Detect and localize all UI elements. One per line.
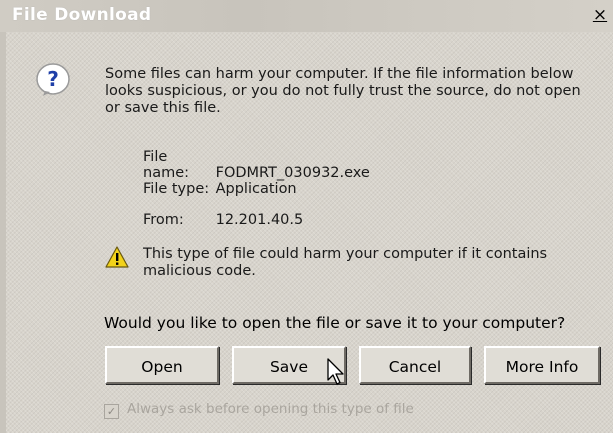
warning-message: This type of file could harm your comput… <box>143 246 548 279</box>
svg-text:?: ? <box>47 67 59 91</box>
warning-icon <box>105 246 129 268</box>
from-label: From: <box>143 212 184 228</box>
file-source-row: From: 12.201.40.5 <box>143 212 303 228</box>
open-button[interactable]: Open <box>105 346 219 384</box>
file-name-row: File name: FODMRT_030932.exe <box>143 149 370 181</box>
file-name-value: FODMRT_030932.exe <box>215 165 370 181</box>
from-value: 12.201.40.5 <box>215 212 304 228</box>
title-bar[interactable]: File Download × <box>0 0 613 32</box>
file-name-label: File name: <box>143 149 190 181</box>
cancel-button[interactable]: Cancel <box>359 346 471 384</box>
mouse-cursor-icon <box>327 358 344 385</box>
dialog-title: File Download <box>12 5 152 25</box>
dialog-left-border <box>0 32 6 433</box>
always-ask-checkbox[interactable]: ✓ <box>104 404 119 419</box>
action-prompt: Would you like to open the file or save … <box>104 314 566 332</box>
more-info-button[interactable]: More Info <box>484 346 600 384</box>
always-ask-option[interactable]: ✓ Always ask before opening this type of … <box>104 401 414 419</box>
close-icon[interactable]: × <box>591 6 609 24</box>
file-download-dialog: File Download × ? Some files can harm yo… <box>0 0 613 433</box>
security-message: Some files can harm your computer. If th… <box>105 66 581 116</box>
always-ask-label: Always ask before opening this type of f… <box>127 401 414 417</box>
question-icon: ? <box>36 63 70 96</box>
file-type-value: Application <box>215 181 297 197</box>
file-type-label: File type: <box>143 181 210 197</box>
file-type-row: File type: Application <box>143 181 297 197</box>
